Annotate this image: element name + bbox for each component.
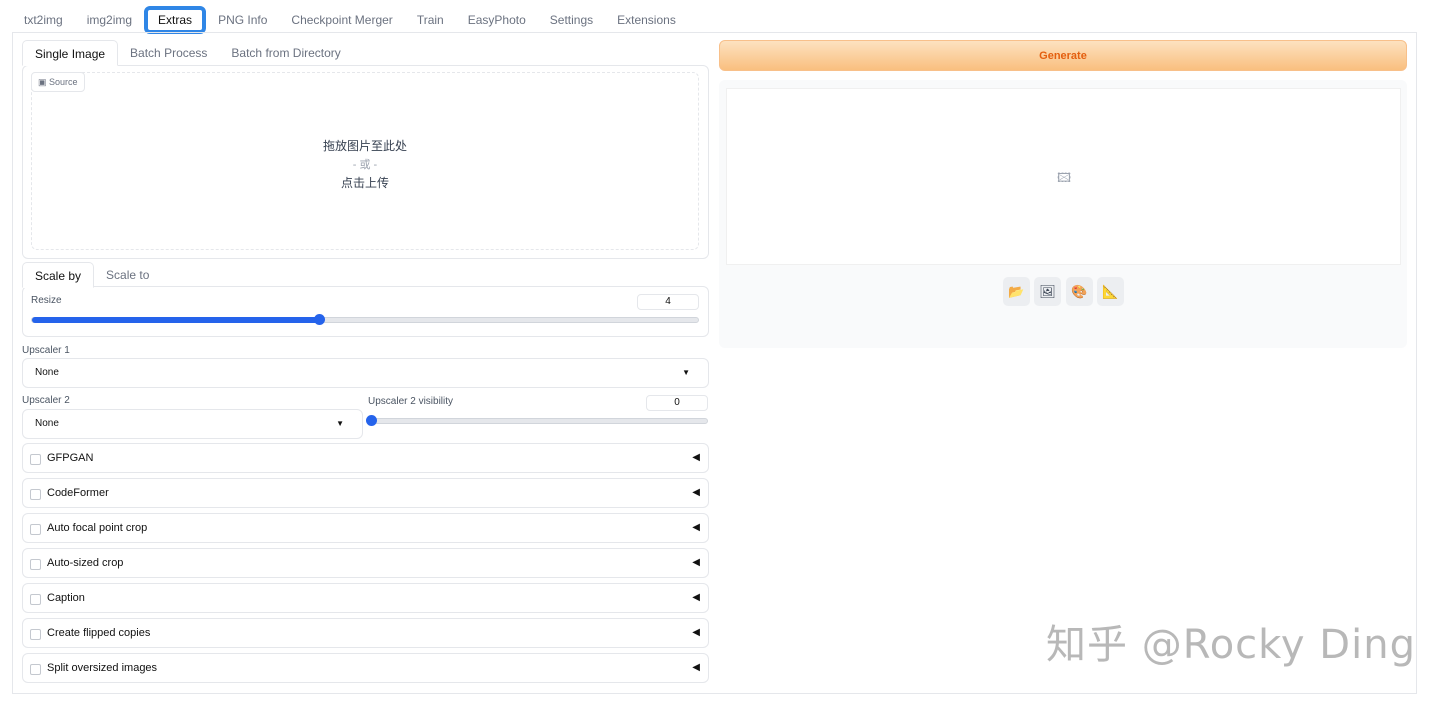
upscaler2-visibility-label: Upscaler 2 visibility [368, 396, 454, 407]
tab-png-info[interactable]: PNG Info [206, 6, 279, 34]
drop-or: - 或 - [352, 159, 378, 171]
chevron-down-icon: ▼ [682, 368, 690, 377]
upscaler2-visibility-input[interactable]: 0 [646, 395, 708, 411]
watermark: 知乎 @Rocky Ding [1046, 622, 1416, 668]
accordion-caption[interactable]: Caption ◀ [22, 583, 709, 613]
accordion-label: CodeFormer [47, 487, 109, 499]
accordion-label: Caption [47, 592, 85, 604]
enable-checkbox[interactable] [30, 664, 41, 675]
accordion-label: Split oversized images [47, 662, 158, 674]
top-tabs: txt2img img2img Extras PNG Info Checkpoi… [12, 6, 688, 34]
triangle-ruler-icon[interactable]: 📐 [1097, 277, 1124, 306]
accordion-codeformer[interactable]: CodeFormer ◀ [22, 478, 709, 508]
accordion-label: GFPGAN [47, 452, 94, 464]
upscaler1-label: Upscaler 1 [22, 345, 70, 356]
folder-icon[interactable]: 📂 [1003, 277, 1030, 306]
tab-single-image[interactable]: Single Image [22, 40, 119, 66]
expand-triangle-icon[interactable]: ◀ [692, 584, 700, 612]
source-badge: ▣ Source [31, 72, 85, 92]
chevron-down-icon: ▼ [336, 419, 344, 428]
expand-triangle-icon[interactable]: ◀ [692, 549, 700, 577]
tab-txt2img[interactable]: txt2img [12, 6, 75, 34]
scale-panel [22, 286, 709, 337]
accordion-label: Create flipped copies [47, 627, 151, 639]
tab-batch-from-directory[interactable]: Batch from Directory [219, 40, 352, 66]
tab-batch-process[interactable]: Batch Process [118, 40, 219, 66]
expand-triangle-icon[interactable]: ◀ [692, 619, 700, 647]
enable-checkbox[interactable] [30, 524, 41, 535]
image-icon: ▣ [38, 77, 50, 87]
tab-scale-by[interactable]: Scale by [22, 262, 95, 288]
enable-checkbox[interactable] [30, 629, 41, 640]
accordion-create-flipped-copies[interactable]: Create flipped copies ◀ [22, 618, 709, 648]
expand-triangle-icon[interactable]: ◀ [692, 444, 700, 472]
image-placeholder-icon: 🖾 [1057, 170, 1072, 185]
accordion-split-oversized-images[interactable]: Split oversized images ◀ [22, 653, 709, 683]
tab-extras[interactable]: Extras [144, 6, 207, 34]
resize-input[interactable]: 4 [637, 294, 699, 310]
enable-checkbox[interactable] [30, 489, 41, 500]
output-image: 🖾 [726, 88, 1401, 265]
scale-tabs: Scale by Scale to [22, 262, 161, 288]
upscaler2-value: None [35, 418, 59, 429]
click-upload-text: 点击上传 [340, 176, 389, 190]
upscaler2-select[interactable]: None ▼ [22, 409, 363, 439]
expand-triangle-icon[interactable]: ◀ [692, 479, 700, 507]
expand-triangle-icon[interactable]: ◀ [692, 514, 700, 542]
upscaler2-visibility-slider[interactable] [366, 415, 708, 426]
resize-label: Resize [31, 295, 62, 306]
send-to-img2img-icon[interactable]: 🖼 [1034, 277, 1061, 306]
source-label: Source [49, 77, 78, 87]
enable-checkbox[interactable] [30, 594, 41, 605]
enable-checkbox[interactable] [30, 454, 41, 465]
tab-img2img[interactable]: img2img [75, 6, 144, 34]
tab-checkpoint-merger[interactable]: Checkpoint Merger [279, 6, 404, 34]
image-upload-dropzone[interactable]: 拖放图片至此处 - 或 - 点击上传 [31, 72, 699, 250]
upscaler2-label: Upscaler 2 [22, 395, 70, 406]
tab-easyphoto[interactable]: EasyPhoto [456, 6, 538, 34]
drop-text: 拖放图片至此处 [322, 139, 407, 153]
tab-settings[interactable]: Settings [538, 6, 605, 34]
accordion-auto-sized-crop[interactable]: Auto-sized crop ◀ [22, 548, 709, 578]
accordion-auto-focal-point-crop[interactable]: Auto focal point crop ◀ [22, 513, 709, 543]
resize-slider[interactable] [31, 314, 699, 325]
sub-tabs: Single Image Batch Process Batch from Di… [22, 40, 353, 66]
accordion-gfpgan[interactable]: GFPGAN ◀ [22, 443, 709, 473]
generate-button[interactable]: Generate [719, 40, 1407, 71]
resize-slider-fill [32, 317, 320, 323]
tab-extensions[interactable]: Extensions [605, 6, 688, 34]
upscaler1-select[interactable]: None ▼ [22, 358, 709, 388]
accordion-label: Auto-sized crop [47, 557, 124, 569]
upscaler1-value: None [35, 367, 59, 378]
palette-icon[interactable]: 🎨 [1066, 277, 1093, 306]
visibility-slider-handle[interactable] [366, 415, 377, 426]
accordion-label: Auto focal point crop [47, 522, 148, 534]
enable-checkbox[interactable] [30, 559, 41, 570]
expand-triangle-icon[interactable]: ◀ [692, 654, 700, 682]
tab-train[interactable]: Train [405, 6, 456, 34]
tab-scale-to[interactable]: Scale to [94, 262, 161, 288]
